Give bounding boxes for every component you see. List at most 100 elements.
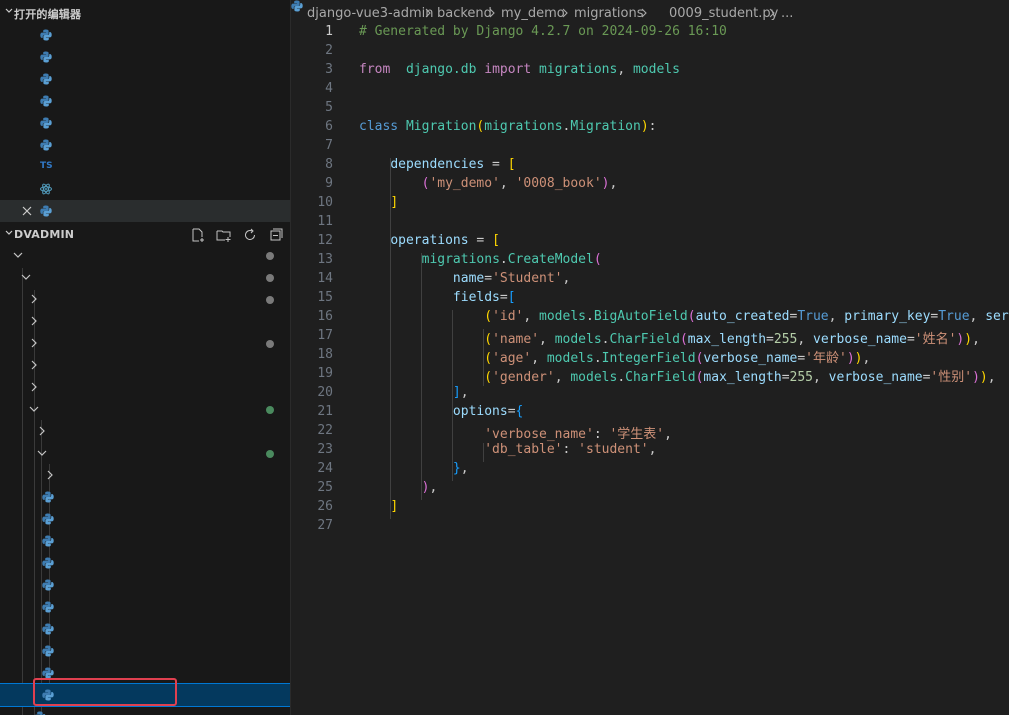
refresh-icon[interactable]: [242, 227, 258, 243]
code-token: =: [484, 271, 493, 286]
chevron-down-icon[interactable]: [28, 403, 40, 415]
code-token: 'Student': [492, 271, 563, 286]
tree-folder-item[interactable]: [0, 266, 290, 288]
chevron-right-icon[interactable]: [28, 381, 40, 393]
python-icon: [42, 645, 54, 657]
code-token: (: [593, 252, 602, 267]
python-icon: [42, 557, 54, 569]
git-status-dot: [266, 296, 274, 304]
code-token: ): [640, 119, 649, 134]
code-line[interactable]: options={: [359, 404, 523, 419]
open-editor-item[interactable]: [0, 200, 290, 222]
tree-folder-item[interactable]: [0, 442, 290, 464]
code-editor[interactable]: 1 # Generated by Django 4.2.7 on 2024-09-…: [291, 22, 1009, 715]
code-line[interactable]: class Migration(migrations.Migration):: [359, 119, 656, 134]
code-line[interactable]: operations = [: [359, 233, 500, 248]
open-editor-item[interactable]: [0, 178, 290, 200]
chevron-right-icon[interactable]: [28, 315, 40, 327]
code-token: CreateModel: [507, 252, 594, 267]
code-token: .: [586, 309, 594, 324]
tree-file-item[interactable]: [0, 596, 290, 618]
line-number: 12: [317, 233, 333, 248]
code-token: models: [570, 370, 618, 385]
tree-folder-item[interactable]: [0, 244, 290, 266]
code-line[interactable]: ('age', models.IntegerField(verbose_name…: [359, 347, 870, 366]
breadcrumb-item[interactable]: 0009_student.py: [669, 6, 778, 21]
line-number: 21: [317, 404, 333, 419]
code-line[interactable]: 'db_table': 'student',: [359, 442, 656, 457]
tree-file-item[interactable]: [0, 618, 290, 640]
code-token: ,: [969, 309, 986, 324]
line-number: 25: [317, 480, 333, 495]
code-token: migrations: [421, 252, 500, 267]
tree-file-item[interactable]: [0, 706, 290, 715]
tree-file-item[interactable]: [0, 552, 290, 574]
code-line[interactable]: migrations.CreateModel(: [359, 252, 602, 267]
chevron-right-icon[interactable]: [36, 425, 48, 437]
code-line[interactable]: 'verbose_name': '学生表',: [359, 423, 672, 442]
explorer-sidebar: 打开的编辑器 TS DVADMIN: [0, 0, 290, 715]
chevron-down-icon[interactable]: [36, 447, 48, 459]
code-line[interactable]: # Generated by Django 4.2.7 on 2024-09-2…: [359, 24, 727, 39]
explorer-header[interactable]: DVADMIN: [0, 224, 290, 246]
code-line[interactable]: dependencies = [: [359, 157, 515, 172]
code-line[interactable]: name='Student',: [359, 271, 570, 286]
collapse-all-icon[interactable]: [268, 227, 284, 243]
code-token: =: [507, 404, 516, 419]
breadcrumb-item[interactable]: django-vue3-admin: [307, 6, 433, 21]
code-token: =: [906, 332, 915, 347]
chevron-right-icon[interactable]: [44, 469, 56, 481]
code-line[interactable]: ('my_demo', '0008_book'),: [359, 176, 618, 191]
chevron-right-icon[interactable]: [28, 359, 40, 371]
code-line[interactable]: ]: [359, 195, 398, 210]
git-status-dot: [266, 340, 274, 348]
tree-file-item[interactable]: [0, 530, 290, 552]
chevron-right-icon[interactable]: [28, 293, 40, 305]
code-line[interactable]: ),: [359, 480, 438, 495]
code-line[interactable]: fields=[: [359, 290, 516, 305]
git-status-dot: [266, 252, 274, 260]
tree-folder-item[interactable]: [0, 376, 290, 398]
code-line[interactable]: from django.db import migrations, models: [359, 62, 680, 77]
tree-file-item[interactable]: [0, 640, 290, 662]
open-editor-item[interactable]: [0, 112, 290, 134]
tree-folder-item[interactable]: [0, 420, 290, 442]
open-editor-item[interactable]: [0, 24, 290, 46]
code-line[interactable]: ('gender', models.CharField(max_length=2…: [359, 366, 995, 385]
new-folder-icon[interactable]: [216, 227, 232, 243]
open-editor-item[interactable]: [0, 68, 290, 90]
code-token: ,: [828, 309, 845, 324]
line-number: 16: [317, 309, 333, 324]
open-editor-item[interactable]: [0, 90, 290, 112]
tree-folder-item[interactable]: [0, 464, 290, 486]
open-editor-item[interactable]: TS: [0, 156, 290, 178]
code-line[interactable]: ('name', models.CharField(max_length=255…: [359, 328, 980, 347]
tree-folder-item[interactable]: [0, 332, 290, 354]
breadcrumb-item[interactable]: ...: [781, 6, 793, 21]
tree-folder-item[interactable]: [0, 398, 290, 420]
open-editor-item[interactable]: [0, 134, 290, 156]
tree-file-item[interactable]: [0, 508, 290, 530]
open-editors-header[interactable]: 打开的编辑器: [0, 2, 290, 24]
chevron-down-icon[interactable]: [12, 249, 24, 261]
chevron-right-icon[interactable]: [28, 337, 40, 349]
open-editor-item[interactable]: [0, 46, 290, 68]
code-line[interactable]: ]: [359, 499, 398, 514]
line-number: 1: [325, 24, 333, 39]
line-number: 15: [317, 290, 333, 305]
tree-folder-item[interactable]: [0, 354, 290, 376]
tree-folder-item[interactable]: [0, 310, 290, 332]
close-icon[interactable]: [21, 205, 33, 217]
chevron-down-icon[interactable]: [20, 271, 32, 283]
tree-file-item[interactable]: [0, 486, 290, 508]
code-line[interactable]: },: [359, 461, 469, 476]
breadcrumb-item[interactable]: backend: [437, 6, 492, 21]
code-line[interactable]: ],: [359, 385, 469, 400]
breadcrumb-item[interactable]: my_demo: [501, 6, 565, 21]
tree-file-item[interactable]: [0, 574, 290, 596]
new-file-icon[interactable]: [190, 227, 206, 243]
code-line[interactable]: ('id', models.BigAutoField(auto_created=…: [359, 309, 1009, 324]
breadcrumb-item[interactable]: migrations: [574, 6, 644, 21]
tree-folder-item[interactable]: [0, 288, 290, 310]
